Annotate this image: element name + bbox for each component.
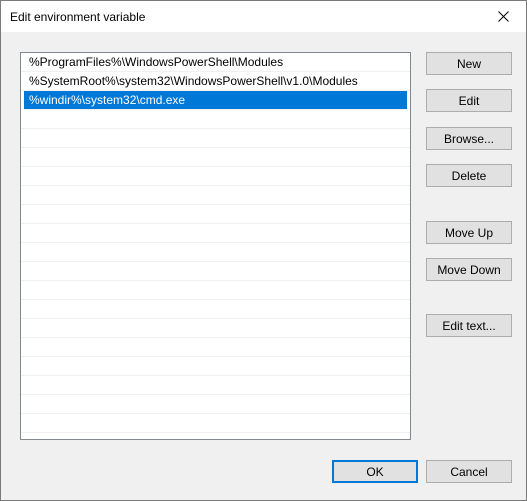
title-bar: Edit environment variable	[1, 1, 526, 32]
empty-list-row[interactable]	[21, 110, 410, 129]
empty-list-row[interactable]	[21, 338, 410, 357]
empty-list-row[interactable]	[21, 319, 410, 338]
empty-list-row[interactable]	[21, 414, 410, 433]
path-entries-list[interactable]: %ProgramFiles%\WindowsPowerShell\Modules…	[20, 52, 411, 440]
empty-list-row[interactable]	[21, 281, 410, 300]
empty-list-row[interactable]	[21, 186, 410, 205]
list-item[interactable]: %SystemRoot%\system32\WindowsPowerShell\…	[21, 72, 410, 91]
delete-button[interactable]: Delete	[426, 164, 512, 187]
ok-button[interactable]: OK	[332, 460, 418, 483]
edit-environment-variable-dialog: Edit environment variable %ProgramFiles%…	[0, 0, 527, 501]
cancel-button[interactable]: Cancel	[426, 460, 512, 483]
close-icon	[497, 11, 509, 22]
empty-list-row[interactable]	[21, 300, 410, 319]
empty-list-row[interactable]	[21, 357, 410, 376]
list-item-selected[interactable]: %windir%\system32\cmd.exe	[24, 91, 407, 110]
edit-text-button[interactable]: Edit text...	[426, 314, 512, 337]
browse-button[interactable]: Browse...	[426, 127, 512, 150]
list-item-text: %ProgramFiles%\WindowsPowerShell\Modules	[29, 55, 284, 69]
empty-list-row[interactable]	[21, 433, 410, 439]
empty-list-row[interactable]	[21, 376, 410, 395]
empty-list-row[interactable]	[21, 129, 410, 148]
empty-list-row[interactable]	[21, 205, 410, 224]
list-item[interactable]: %ProgramFiles%\WindowsPowerShell\Modules	[21, 53, 410, 72]
close-button[interactable]	[480, 1, 526, 32]
empty-list-row[interactable]	[21, 167, 410, 186]
list-item-text: %windir%\system32\cmd.exe	[29, 93, 186, 107]
empty-list-row[interactable]	[21, 148, 410, 167]
list-item-text: %SystemRoot%\system32\WindowsPowerShell\…	[29, 74, 358, 88]
empty-list-row[interactable]	[21, 243, 410, 262]
empty-list-row[interactable]	[21, 262, 410, 281]
empty-list-row[interactable]	[21, 395, 410, 414]
move-up-button[interactable]: Move Up	[426, 221, 512, 244]
empty-list-row[interactable]	[21, 224, 410, 243]
edit-button[interactable]: Edit	[426, 89, 512, 112]
window-title: Edit environment variable	[10, 10, 146, 24]
move-down-button[interactable]: Move Down	[426, 258, 512, 281]
new-button[interactable]: New	[426, 52, 512, 75]
